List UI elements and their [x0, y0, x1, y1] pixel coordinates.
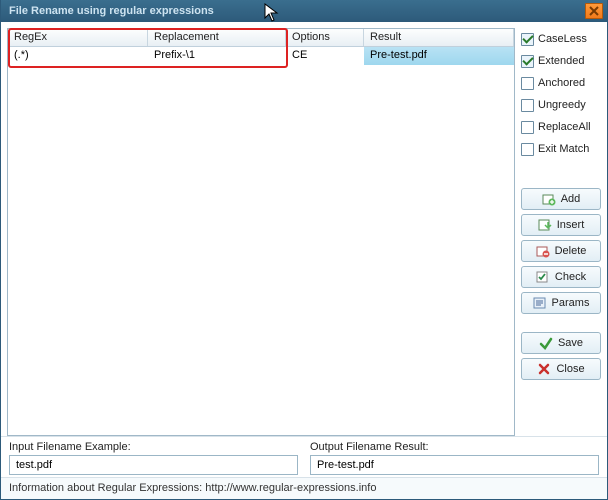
checkbox-extended[interactable]: Extended	[521, 52, 601, 70]
checkbox-box-icon	[521, 143, 534, 156]
checkbox-replaceall[interactable]: ReplaceAll	[521, 118, 601, 136]
insert-button[interactable]: Insert	[521, 214, 601, 236]
button-label: Save	[558, 337, 583, 349]
dialog-window: File Rename using regular expressions Re…	[0, 0, 608, 500]
delete-button[interactable]: Delete	[521, 240, 601, 262]
grid-header-row: RegEx Replacement Options Result	[8, 29, 514, 47]
checkbox-label: CaseLess	[538, 33, 587, 45]
checkbox-label: Ungreedy	[538, 99, 586, 111]
checkbox-caseless[interactable]: CaseLess	[521, 30, 601, 48]
dialog-body: RegEx Replacement Options Result (.*) Pr…	[1, 22, 607, 436]
col-header-replacement[interactable]: Replacement	[148, 29, 286, 46]
add-icon	[542, 192, 556, 206]
checkbox-exitmatch[interactable]: Exit Match	[521, 140, 601, 158]
button-label: Params	[552, 297, 590, 309]
close-icon	[589, 6, 599, 16]
check-icon	[536, 270, 550, 284]
checkbox-label: Anchored	[538, 77, 585, 89]
io-section: Input Filename Example: Output Filename …	[1, 436, 607, 477]
insert-icon	[538, 218, 552, 232]
spacer	[521, 318, 601, 328]
delete-icon	[536, 244, 550, 258]
input-filename-label: Input Filename Example:	[9, 441, 298, 453]
cell-result[interactable]: Pre-test.pdf	[364, 47, 514, 65]
checkbox-box-icon	[521, 55, 534, 68]
col-header-result[interactable]: Result	[364, 29, 514, 46]
output-filename-label: Output Filename Result:	[310, 441, 599, 453]
button-label: Add	[561, 193, 581, 205]
button-label: Delete	[555, 245, 587, 257]
checkbox-box-icon	[521, 33, 534, 46]
sidebar: CaseLess Extended Anchored Ungreedy Repl…	[521, 28, 601, 436]
checkbox-box-icon	[521, 121, 534, 134]
col-header-options[interactable]: Options	[286, 29, 364, 46]
input-filename-field[interactable]	[9, 455, 298, 475]
checkbox-box-icon	[521, 77, 534, 90]
close-button[interactable]: Close	[521, 358, 601, 380]
output-filename-field[interactable]	[310, 455, 599, 475]
spacer	[521, 162, 601, 184]
checkbox-label: Extended	[538, 55, 584, 67]
cell-options[interactable]: CE	[286, 47, 364, 65]
cell-replacement[interactable]: Prefix-\1	[148, 47, 286, 65]
checkbox-ungreedy[interactable]: Ungreedy	[521, 96, 601, 114]
add-button[interactable]: Add	[521, 188, 601, 210]
save-icon	[539, 336, 553, 350]
save-button[interactable]: Save	[521, 332, 601, 354]
rules-grid[interactable]: RegEx Replacement Options Result (.*) Pr…	[7, 28, 515, 436]
col-header-regex[interactable]: RegEx	[8, 29, 148, 46]
grid-row[interactable]: (.*) Prefix-\1 CE Pre-test.pdf	[8, 47, 514, 65]
button-label: Insert	[557, 219, 585, 231]
params-button[interactable]: Params	[521, 292, 601, 314]
status-bar: Information about Regular Expressions: h…	[1, 477, 607, 499]
checkbox-box-icon	[521, 99, 534, 112]
window-close-button[interactable]	[585, 3, 603, 19]
window-title: File Rename using regular expressions	[9, 5, 585, 17]
checkbox-anchored[interactable]: Anchored	[521, 74, 601, 92]
params-icon	[533, 296, 547, 310]
cell-regex[interactable]: (.*)	[8, 47, 148, 65]
button-label: Close	[556, 363, 584, 375]
check-button[interactable]: Check	[521, 266, 601, 288]
checkbox-label: Exit Match	[538, 143, 589, 155]
button-label: Check	[555, 271, 586, 283]
close-icon	[537, 362, 551, 376]
titlebar: File Rename using regular expressions	[1, 0, 607, 22]
checkbox-label: ReplaceAll	[538, 121, 591, 133]
